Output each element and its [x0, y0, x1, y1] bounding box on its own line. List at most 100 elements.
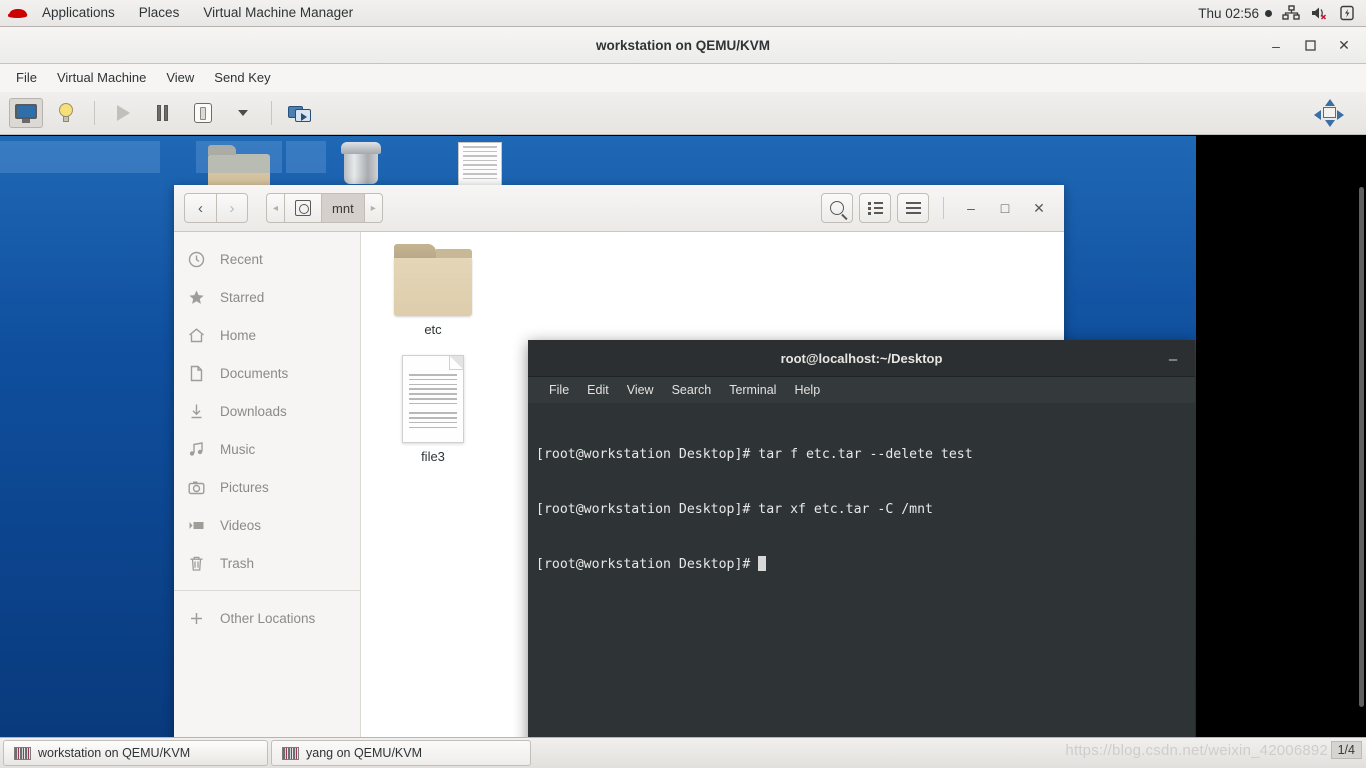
file-item-file3[interactable]: file3 [379, 355, 487, 464]
breadcrumb: ◂ mnt ▸ [266, 193, 383, 223]
gnome-top-bar: Applications Places Virtual Machine Mana… [0, 0, 1366, 27]
menu-button[interactable] [897, 193, 929, 223]
plus-icon [188, 610, 208, 627]
vm-menu-virtual-machine[interactable]: Virtual Machine [47, 65, 156, 91]
virt-manager-window: workstation on QEMU/KVM – ✕ File Virtual… [0, 27, 1366, 737]
files-minimize-button[interactable]: – [956, 193, 986, 223]
header-separator [943, 197, 944, 219]
breadcrumb-prev-arrow[interactable]: ◂ [266, 193, 285, 223]
file-item-etc[interactable]: etc [379, 244, 487, 337]
show-details-button[interactable] [49, 98, 83, 128]
desktop-trash-icon[interactable] [340, 142, 382, 184]
run-button[interactable] [106, 98, 140, 128]
terminal-title: root@localhost:~/Desktop [780, 350, 943, 366]
clock-icon [188, 251, 208, 268]
shutdown-dropdown-button[interactable] [226, 98, 260, 128]
vm-minimize-button[interactable]: – [1260, 32, 1292, 60]
terminal-titlebar: root@localhost:~/Desktop – [528, 340, 1195, 377]
document-icon [188, 365, 208, 382]
power-switch-icon [194, 103, 212, 123]
vm-window-title: workstation on QEMU/KVM [595, 37, 770, 53]
sidebar-item-label: Documents [220, 365, 289, 381]
vm-viewport-letterbox [1196, 136, 1366, 737]
shutdown-button[interactable] [186, 98, 220, 128]
terminal-prompt-line: [root@workstation Desktop]# [536, 556, 1187, 574]
topbar-menu-places[interactable]: Places [127, 0, 192, 26]
sidebar-item-recent[interactable]: Recent [174, 240, 360, 278]
files-close-button[interactable]: ✕ [1024, 193, 1054, 223]
taskbar-item-workstation[interactable]: workstation on QEMU/KVM [3, 740, 268, 766]
workspace-indicator[interactable]: 1/4 [1330, 741, 1362, 759]
topbar-app-title[interactable]: Virtual Machine Manager [191, 0, 365, 26]
monitor-icon [15, 103, 37, 123]
file-manager-header: ‹ › ◂ mnt ▸ – □ ✕ [174, 185, 1064, 232]
vm-menu-view[interactable]: View [156, 65, 204, 91]
sidebar-item-documents[interactable]: Documents [174, 354, 360, 392]
forward-button[interactable]: › [216, 193, 248, 223]
toolbar-separator-2 [271, 101, 272, 125]
search-button[interactable] [821, 193, 853, 223]
terminal-menu-edit[interactable]: Edit [578, 378, 618, 402]
vm-menubar: File Virtual Machine View Send Key [0, 64, 1366, 92]
sidebar-item-trash[interactable]: Trash [174, 544, 360, 582]
terminal-minimize-button[interactable]: – [1161, 348, 1185, 370]
sidebar-item-home[interactable]: Home [174, 316, 360, 354]
resize-arrows-icon [1314, 99, 1344, 127]
terminal-menu-terminal[interactable]: Terminal [720, 378, 785, 402]
terminal-menu-view[interactable]: View [618, 378, 663, 402]
pause-button[interactable] [146, 98, 180, 128]
taskbar-item-yang[interactable]: yang on QEMU/KVM [271, 740, 531, 766]
terminal-menu-help[interactable]: Help [785, 378, 829, 402]
breadcrumb-next-arrow[interactable]: ▸ [363, 193, 383, 223]
vm-menu-file[interactable]: File [6, 65, 47, 91]
sidebar-item-label: Other Locations [220, 610, 316, 626]
toolbar-separator [94, 101, 95, 125]
trash-icon [188, 555, 208, 572]
back-button[interactable]: ‹ [184, 193, 216, 223]
sidebar-item-label: Music [220, 441, 256, 457]
breadcrumb-root-disk-button[interactable] [284, 193, 322, 223]
home-icon [188, 327, 208, 344]
terminal-window: root@localhost:~/Desktop – File Edit Vie… [528, 340, 1195, 737]
list-view-icon [867, 202, 883, 215]
files-maximize-button[interactable]: □ [990, 193, 1020, 223]
view-toggle-button[interactable] [859, 193, 891, 223]
search-icon [830, 201, 844, 215]
vm-menu-send-key[interactable]: Send Key [204, 65, 280, 91]
download-icon [188, 403, 208, 420]
battery-icon[interactable] [1338, 4, 1356, 22]
vm-maximize-button[interactable] [1294, 32, 1326, 60]
file-item-label: etc [424, 322, 442, 337]
hamburger-menu-icon [905, 202, 921, 214]
sidebar-item-videos[interactable]: Videos [174, 506, 360, 544]
topbar-menu-applications[interactable]: Applications [30, 0, 127, 26]
sidebar-item-starred[interactable]: Starred [174, 278, 360, 316]
vm-close-button[interactable]: ✕ [1328, 32, 1360, 60]
terminal-cursor [758, 556, 767, 572]
file-item-label: file3 [421, 449, 445, 464]
sidebar-item-music[interactable]: Music [174, 430, 360, 468]
terminal-menu-search[interactable]: Search [663, 378, 721, 402]
terminal-output[interactable]: [root@workstation Desktop]# tar f etc.ta… [528, 403, 1195, 737]
volume-muted-icon[interactable] [1310, 4, 1328, 22]
vm-viewport-scrollbar[interactable] [1359, 187, 1364, 707]
console-view-button[interactable] [9, 98, 43, 128]
recording-dot-icon [1265, 9, 1272, 17]
desktop-selection-highlight [196, 141, 282, 173]
pause-icon [156, 105, 170, 121]
vm-guest-viewport[interactable]: ‹ › ◂ mnt ▸ – □ ✕ Recent Starred Home Do… [0, 136, 1196, 737]
sidebar-item-label: Recent [220, 251, 263, 267]
snapshots-button[interactable] [283, 98, 317, 128]
fullscreen-button[interactable] [1312, 98, 1346, 128]
network-icon[interactable] [1282, 4, 1300, 22]
topbar-clock[interactable]: Thu 02:56 [1198, 6, 1272, 21]
sidebar-item-pictures[interactable]: Pictures [174, 468, 360, 506]
desktop-selection-highlight-2 [0, 141, 160, 173]
vm-toolbar [0, 92, 1366, 135]
taskbar-item-label: yang on QEMU/KVM [306, 746, 423, 760]
sidebar-item-downloads[interactable]: Downloads [174, 392, 360, 430]
sidebar-item-other-locations[interactable]: Other Locations [174, 599, 360, 637]
breadcrumb-item-mnt[interactable]: mnt [321, 193, 364, 223]
terminal-menu-file[interactable]: File [540, 378, 578, 402]
camera-icon [188, 479, 208, 496]
